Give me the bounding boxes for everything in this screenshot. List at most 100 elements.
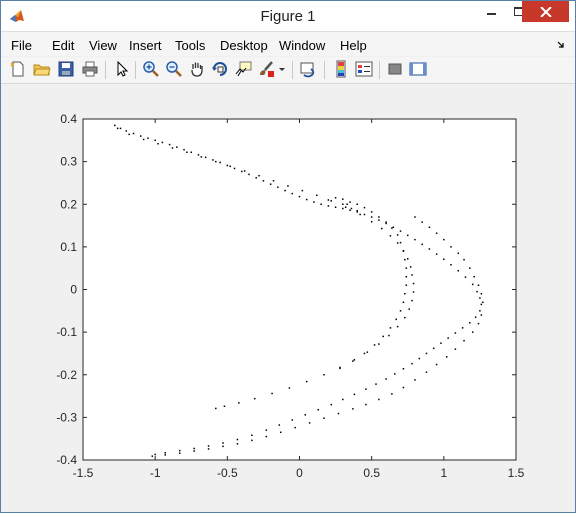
scatter-point bbox=[435, 232, 438, 234]
scatter-point bbox=[435, 363, 438, 366]
scatter-point bbox=[366, 351, 369, 353]
scatter-point bbox=[317, 408, 320, 411]
scatter-point bbox=[330, 403, 333, 406]
scatter-point bbox=[402, 368, 405, 370]
scatter-point bbox=[428, 248, 431, 250]
scatter-point bbox=[229, 165, 231, 168]
scatter-point bbox=[215, 160, 217, 163]
y-tick-label: 0.4 bbox=[60, 112, 77, 126]
scatter-point bbox=[445, 356, 448, 358]
scatter-point bbox=[114, 124, 116, 127]
y-tick-label: -0.1 bbox=[56, 325, 77, 339]
save-icon[interactable] bbox=[57, 60, 75, 78]
scatter-point bbox=[258, 174, 260, 177]
scatter-point bbox=[408, 308, 410, 310]
x-tick-label: 0.5 bbox=[363, 466, 380, 480]
scatter-point bbox=[287, 185, 289, 187]
plot-axes-svg[interactable]: -1.5 -1 -0.5 0 0.5 1 1.5 0.4 0.3 0.2 0.1 0 -0.1 -0.2… bbox=[1, 84, 575, 512]
brush-dropdown-icon[interactable] bbox=[278, 60, 286, 78]
print-icon[interactable] bbox=[81, 60, 99, 78]
data-cursor-icon[interactable] bbox=[234, 60, 252, 78]
scatter-point bbox=[226, 164, 229, 167]
scatter-point bbox=[271, 392, 273, 395]
scatter-point bbox=[186, 151, 188, 153]
scatter-point bbox=[477, 284, 480, 286]
scatter-point bbox=[407, 234, 409, 237]
scatter-point bbox=[428, 226, 431, 229]
y-tick-label: -0.2 bbox=[56, 368, 77, 382]
scatter-point bbox=[190, 151, 192, 153]
scatter-point bbox=[405, 275, 408, 278]
open-file-icon[interactable] bbox=[33, 60, 51, 78]
scatter-point bbox=[381, 227, 383, 230]
scatter-point bbox=[391, 393, 393, 395]
scatter-point bbox=[469, 321, 471, 324]
scatter-point bbox=[251, 439, 253, 442]
scatter-point bbox=[251, 434, 253, 437]
scatter-point bbox=[373, 344, 376, 346]
link-plot-icon[interactable] bbox=[299, 60, 317, 78]
scatter-point bbox=[279, 431, 282, 434]
figure-canvas[interactable]: -1.5 -1 -0.5 0 0.5 1 1.5 0.4 0.3 0.2 0.1 0 -0.1 -0.2… bbox=[1, 84, 575, 512]
scatter-point bbox=[471, 331, 474, 333]
menu-help[interactable]: Help bbox=[340, 38, 367, 53]
edit-plot-arrow-icon[interactable] bbox=[113, 60, 131, 78]
menu-insert[interactable]: Insert bbox=[129, 38, 162, 53]
figure-window: Figure 1 File Edit View Insert Tools Des… bbox=[0, 0, 576, 513]
menu-window[interactable]: Window bbox=[279, 38, 325, 53]
scatter-point bbox=[193, 450, 195, 452]
toolbar-separator bbox=[105, 61, 106, 79]
scatter-point bbox=[178, 449, 181, 452]
scatter-point bbox=[337, 412, 340, 415]
scatter-point bbox=[473, 275, 475, 278]
scatter-point bbox=[405, 267, 408, 269]
zoom-in-icon[interactable] bbox=[142, 60, 160, 78]
scatter-point bbox=[356, 211, 358, 213]
scatter-point bbox=[168, 143, 171, 146]
scatter-point bbox=[298, 195, 301, 198]
scatter-point bbox=[382, 335, 384, 338]
scatter-point bbox=[396, 242, 399, 244]
scatter-point bbox=[405, 284, 408, 286]
insert-legend-icon[interactable] bbox=[355, 60, 373, 78]
scatter-point bbox=[236, 438, 239, 441]
toolbar-separator bbox=[324, 61, 325, 79]
scatter-point bbox=[391, 227, 393, 229]
scatter-point bbox=[255, 177, 257, 179]
scatter-point bbox=[399, 230, 402, 232]
x-tick-label: 1 bbox=[440, 466, 447, 480]
rotate-3d-icon[interactable] bbox=[211, 60, 229, 78]
scatter-point bbox=[482, 301, 484, 304]
pan-hand-icon[interactable] bbox=[188, 60, 206, 78]
scatter-point bbox=[480, 303, 483, 306]
scatter-point bbox=[471, 283, 474, 286]
scatter-point bbox=[402, 250, 405, 252]
scatter-point bbox=[197, 154, 200, 156]
title-bar[interactable]: Figure 1 bbox=[1, 1, 575, 32]
scatter-point bbox=[200, 156, 203, 158]
brush-icon[interactable] bbox=[257, 60, 275, 78]
scatter-point bbox=[375, 383, 377, 385]
zoom-out-icon[interactable] bbox=[165, 60, 183, 78]
minimize-button[interactable] bbox=[479, 1, 505, 22]
insert-colorbar-icon[interactable] bbox=[332, 60, 350, 78]
new-figure-icon[interactable] bbox=[9, 60, 27, 78]
scatter-point bbox=[320, 203, 322, 205]
menu-tools[interactable]: Tools bbox=[175, 38, 205, 53]
scatter-point bbox=[440, 342, 442, 344]
close-button[interactable] bbox=[522, 1, 569, 22]
menu-desktop[interactable]: Desktop bbox=[220, 38, 268, 53]
show-plot-tools-icon[interactable] bbox=[409, 60, 427, 78]
scatter-point bbox=[450, 264, 452, 266]
menu-edit[interactable]: Edit bbox=[52, 38, 74, 53]
x-tick-label: 1.5 bbox=[508, 466, 525, 480]
scatter-point bbox=[305, 198, 308, 201]
dock-arrow-icon[interactable] bbox=[557, 41, 565, 49]
axes-background bbox=[82, 118, 517, 461]
menu-file[interactable]: File bbox=[11, 38, 32, 53]
scatter-point bbox=[378, 219, 380, 221]
scatter-point bbox=[425, 371, 428, 373]
hide-plot-tools-icon[interactable] bbox=[386, 60, 404, 78]
menu-view[interactable]: View bbox=[89, 38, 117, 53]
scatter-point bbox=[480, 293, 483, 295]
